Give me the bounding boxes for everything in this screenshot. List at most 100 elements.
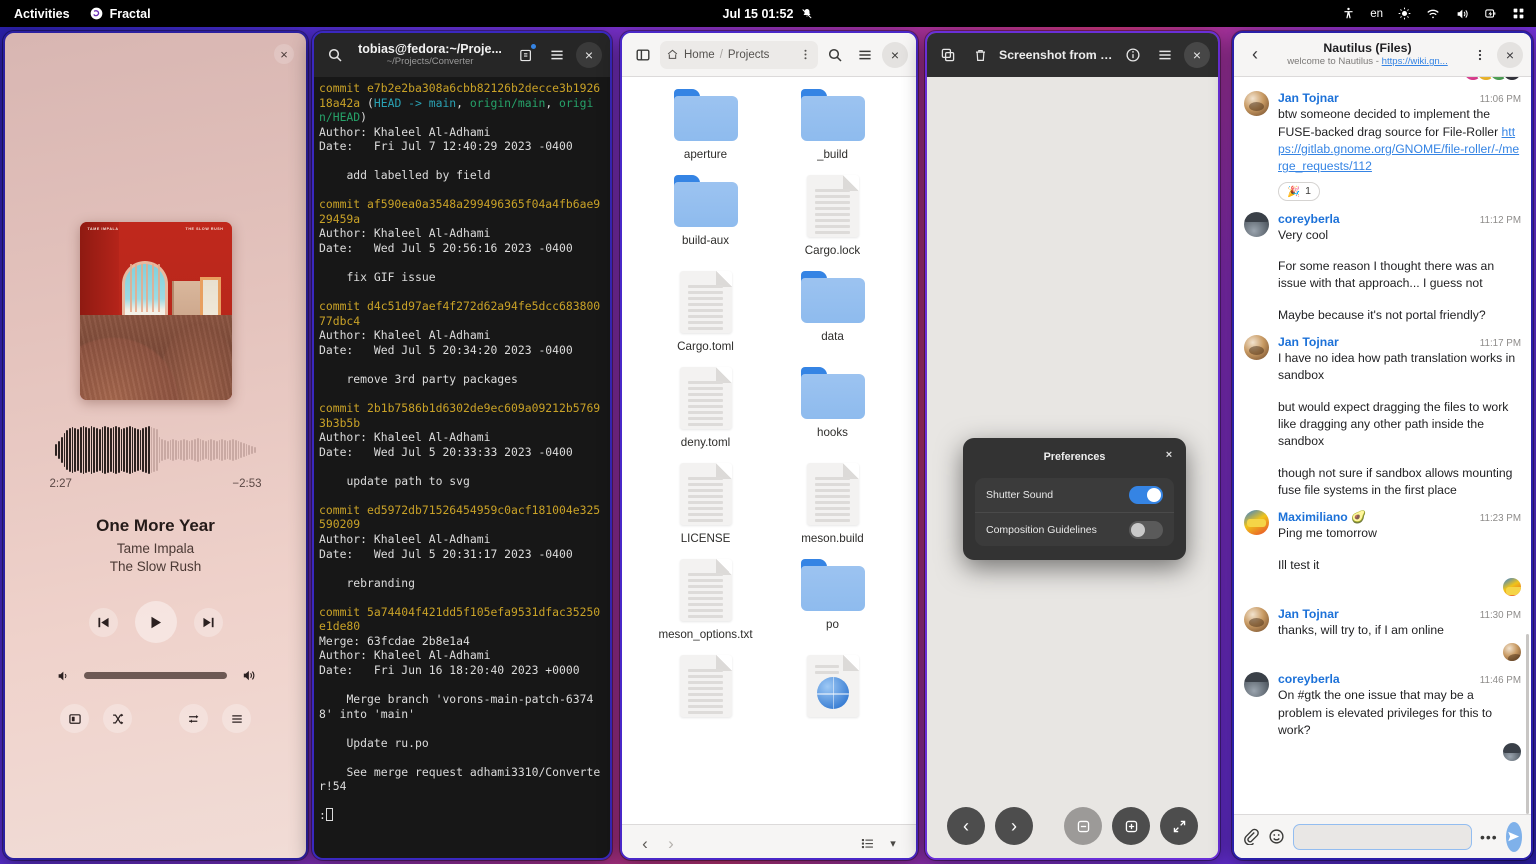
keyboard-layout-indicator[interactable]: en (1370, 8, 1383, 20)
avatar[interactable] (1244, 91, 1269, 117)
close-icon[interactable]: × (1497, 41, 1523, 68)
more-options-button[interactable]: ••• (1480, 826, 1498, 848)
file-item[interactable]: Cargo.lock (769, 175, 896, 257)
paperclip-icon[interactable] (1243, 826, 1260, 848)
next-image-button[interactable]: › (995, 807, 1033, 845)
shuffle-button[interactable] (103, 704, 132, 733)
message-sender[interactable]: Jan Tojnar (1278, 91, 1339, 105)
zoom-in-button[interactable] (1112, 807, 1150, 845)
home-icon[interactable] (666, 48, 679, 61)
avatar[interactable] (1244, 672, 1269, 698)
fullscreen-button[interactable] (1160, 807, 1198, 845)
tab-overview-icon[interactable] (512, 42, 538, 68)
vertical-dots-icon[interactable] (1467, 42, 1493, 68)
focused-app-indicator[interactable]: Fractal (90, 7, 151, 21)
message-sender[interactable]: Jan Tojnar (1278, 607, 1339, 621)
emoji-icon[interactable] (1268, 826, 1285, 848)
close-icon[interactable]: × (576, 42, 602, 68)
avatar[interactable] (1244, 211, 1269, 237)
file-item[interactable] (642, 655, 769, 724)
close-icon[interactable]: × (274, 44, 294, 64)
image-canvas[interactable]: Preferences × Shutter Sound Composition G… (927, 77, 1218, 858)
view-dropdown-button[interactable]: ▾ (880, 831, 906, 857)
volume-slider[interactable] (83, 672, 227, 679)
avatar[interactable] (1244, 606, 1269, 632)
toggle-playlist-button[interactable] (60, 704, 89, 733)
file-item[interactable]: aperture (642, 89, 769, 161)
accessibility-icon[interactable] (1342, 7, 1355, 20)
send-button[interactable] (1505, 821, 1522, 852)
terminal-window[interactable]: tobias@fedora:~/Proje... ~/Projects/Conv… (312, 31, 612, 860)
file-manager-window[interactable]: Home / Projects × aperture _build build-au… (620, 31, 918, 860)
hamburger-icon[interactable] (544, 42, 570, 68)
back-button[interactable]: ‹ (632, 831, 658, 857)
file-item[interactable]: deny.toml (642, 367, 769, 449)
message-sender[interactable]: Maximiliano 🥑 (1278, 510, 1366, 524)
breadcrumb[interactable]: Home / Projects (660, 40, 818, 69)
preference-toggle[interactable] (1129, 520, 1163, 539)
repeat-button[interactable] (179, 704, 208, 733)
file-item[interactable]: build-aux (642, 175, 769, 257)
volume-low-icon[interactable] (56, 669, 70, 683)
file-item[interactable]: _build (769, 89, 896, 161)
message-reaction[interactable]: 🎉 1 (1278, 181, 1320, 201)
preference-row[interactable]: Composition Guidelines (975, 512, 1174, 546)
volume-high-icon[interactable] (241, 668, 256, 683)
app-grid-icon[interactable] (1512, 7, 1525, 20)
hamburger-icon[interactable] (1152, 42, 1178, 68)
hamburger-icon[interactable] (852, 42, 878, 68)
activities-button[interactable]: Activities (14, 7, 70, 21)
info-icon[interactable] (1120, 42, 1146, 68)
close-icon[interactable]: × (1184, 42, 1210, 68)
vertical-dots-icon[interactable] (799, 48, 812, 61)
back-button[interactable]: ‹ (1242, 42, 1268, 68)
avatar[interactable] (1244, 510, 1269, 536)
preferences-dialog[interactable]: Preferences × Shutter Sound Composition G… (963, 438, 1186, 560)
message-list[interactable]: "starred-directory fixes"Jan Tojnar11:06… (1234, 77, 1531, 814)
forward-button[interactable]: › (658, 831, 684, 857)
bell-slash-icon[interactable] (801, 8, 813, 20)
trash-icon[interactable] (967, 42, 993, 68)
image-viewer-window[interactable]: Screenshot from 2... × Preferences × Shu… (925, 31, 1220, 860)
next-track-button[interactable] (193, 607, 223, 637)
file-item[interactable]: meson_options.txt (642, 559, 769, 641)
waveform-seekbar[interactable] (55, 424, 256, 476)
preference-row[interactable]: Shutter Sound (975, 478, 1174, 512)
file-item[interactable] (769, 655, 896, 724)
avatar[interactable] (1244, 334, 1269, 360)
file-item[interactable]: Cargo.toml (642, 271, 769, 353)
previous-track-button[interactable] (88, 607, 118, 637)
previous-image-button[interactable]: ‹ (947, 807, 985, 845)
clock[interactable]: Jul 15 01:52 (723, 7, 794, 21)
main-menu-button[interactable] (222, 704, 251, 733)
message-link[interactable]: https://gitlab.gnome.org/GNOME/file-roll… (1278, 125, 1519, 174)
copy-icon[interactable] (935, 42, 961, 68)
preference-toggle[interactable] (1129, 486, 1163, 504)
amberol-music-player-window[interactable]: × TAME IMPALA THE SLOW RUSH 2:27 −2:53 O… (3, 31, 308, 860)
message-sender[interactable]: Jan Tojnar (1278, 335, 1339, 349)
zoom-out-button[interactable] (1064, 807, 1102, 845)
message-sender[interactable]: coreyberla (1278, 672, 1340, 686)
file-item[interactable]: data (769, 271, 896, 353)
search-icon[interactable] (322, 42, 348, 68)
room-topic-link[interactable]: https://wiki.gn... (1382, 56, 1448, 67)
wifi-icon[interactable] (1426, 7, 1440, 21)
file-item[interactable]: LICENSE (642, 463, 769, 545)
play-button[interactable] (134, 601, 177, 643)
close-icon[interactable]: × (882, 41, 908, 68)
battery-icon[interactable] (1484, 7, 1497, 20)
file-item[interactable]: meson.build (769, 463, 896, 545)
chat-window[interactable]: ‹ Nautilus (Files) welcome to Nautilus -… (1232, 31, 1533, 860)
message-sender[interactable]: coreyberla (1278, 212, 1340, 226)
volume-icon[interactable] (1455, 7, 1469, 21)
close-icon[interactable]: × (1160, 446, 1178, 464)
breadcrumb-current[interactable]: Projects (728, 49, 770, 61)
message-scrollbar[interactable] (1526, 634, 1529, 814)
brightness-icon[interactable] (1398, 7, 1411, 20)
breadcrumb-home[interactable]: Home (684, 49, 715, 61)
file-item[interactable]: po (769, 559, 896, 641)
sidebar-toggle-icon[interactable] (630, 42, 656, 68)
files-content[interactable]: aperture _build build-aux Cargo.lock Cargo.t… (622, 77, 916, 824)
terminal-output[interactable]: commit e7b2e2ba308a6cbb82126b2decce3b192… (314, 77, 610, 858)
list-view-icon[interactable] (854, 831, 880, 857)
